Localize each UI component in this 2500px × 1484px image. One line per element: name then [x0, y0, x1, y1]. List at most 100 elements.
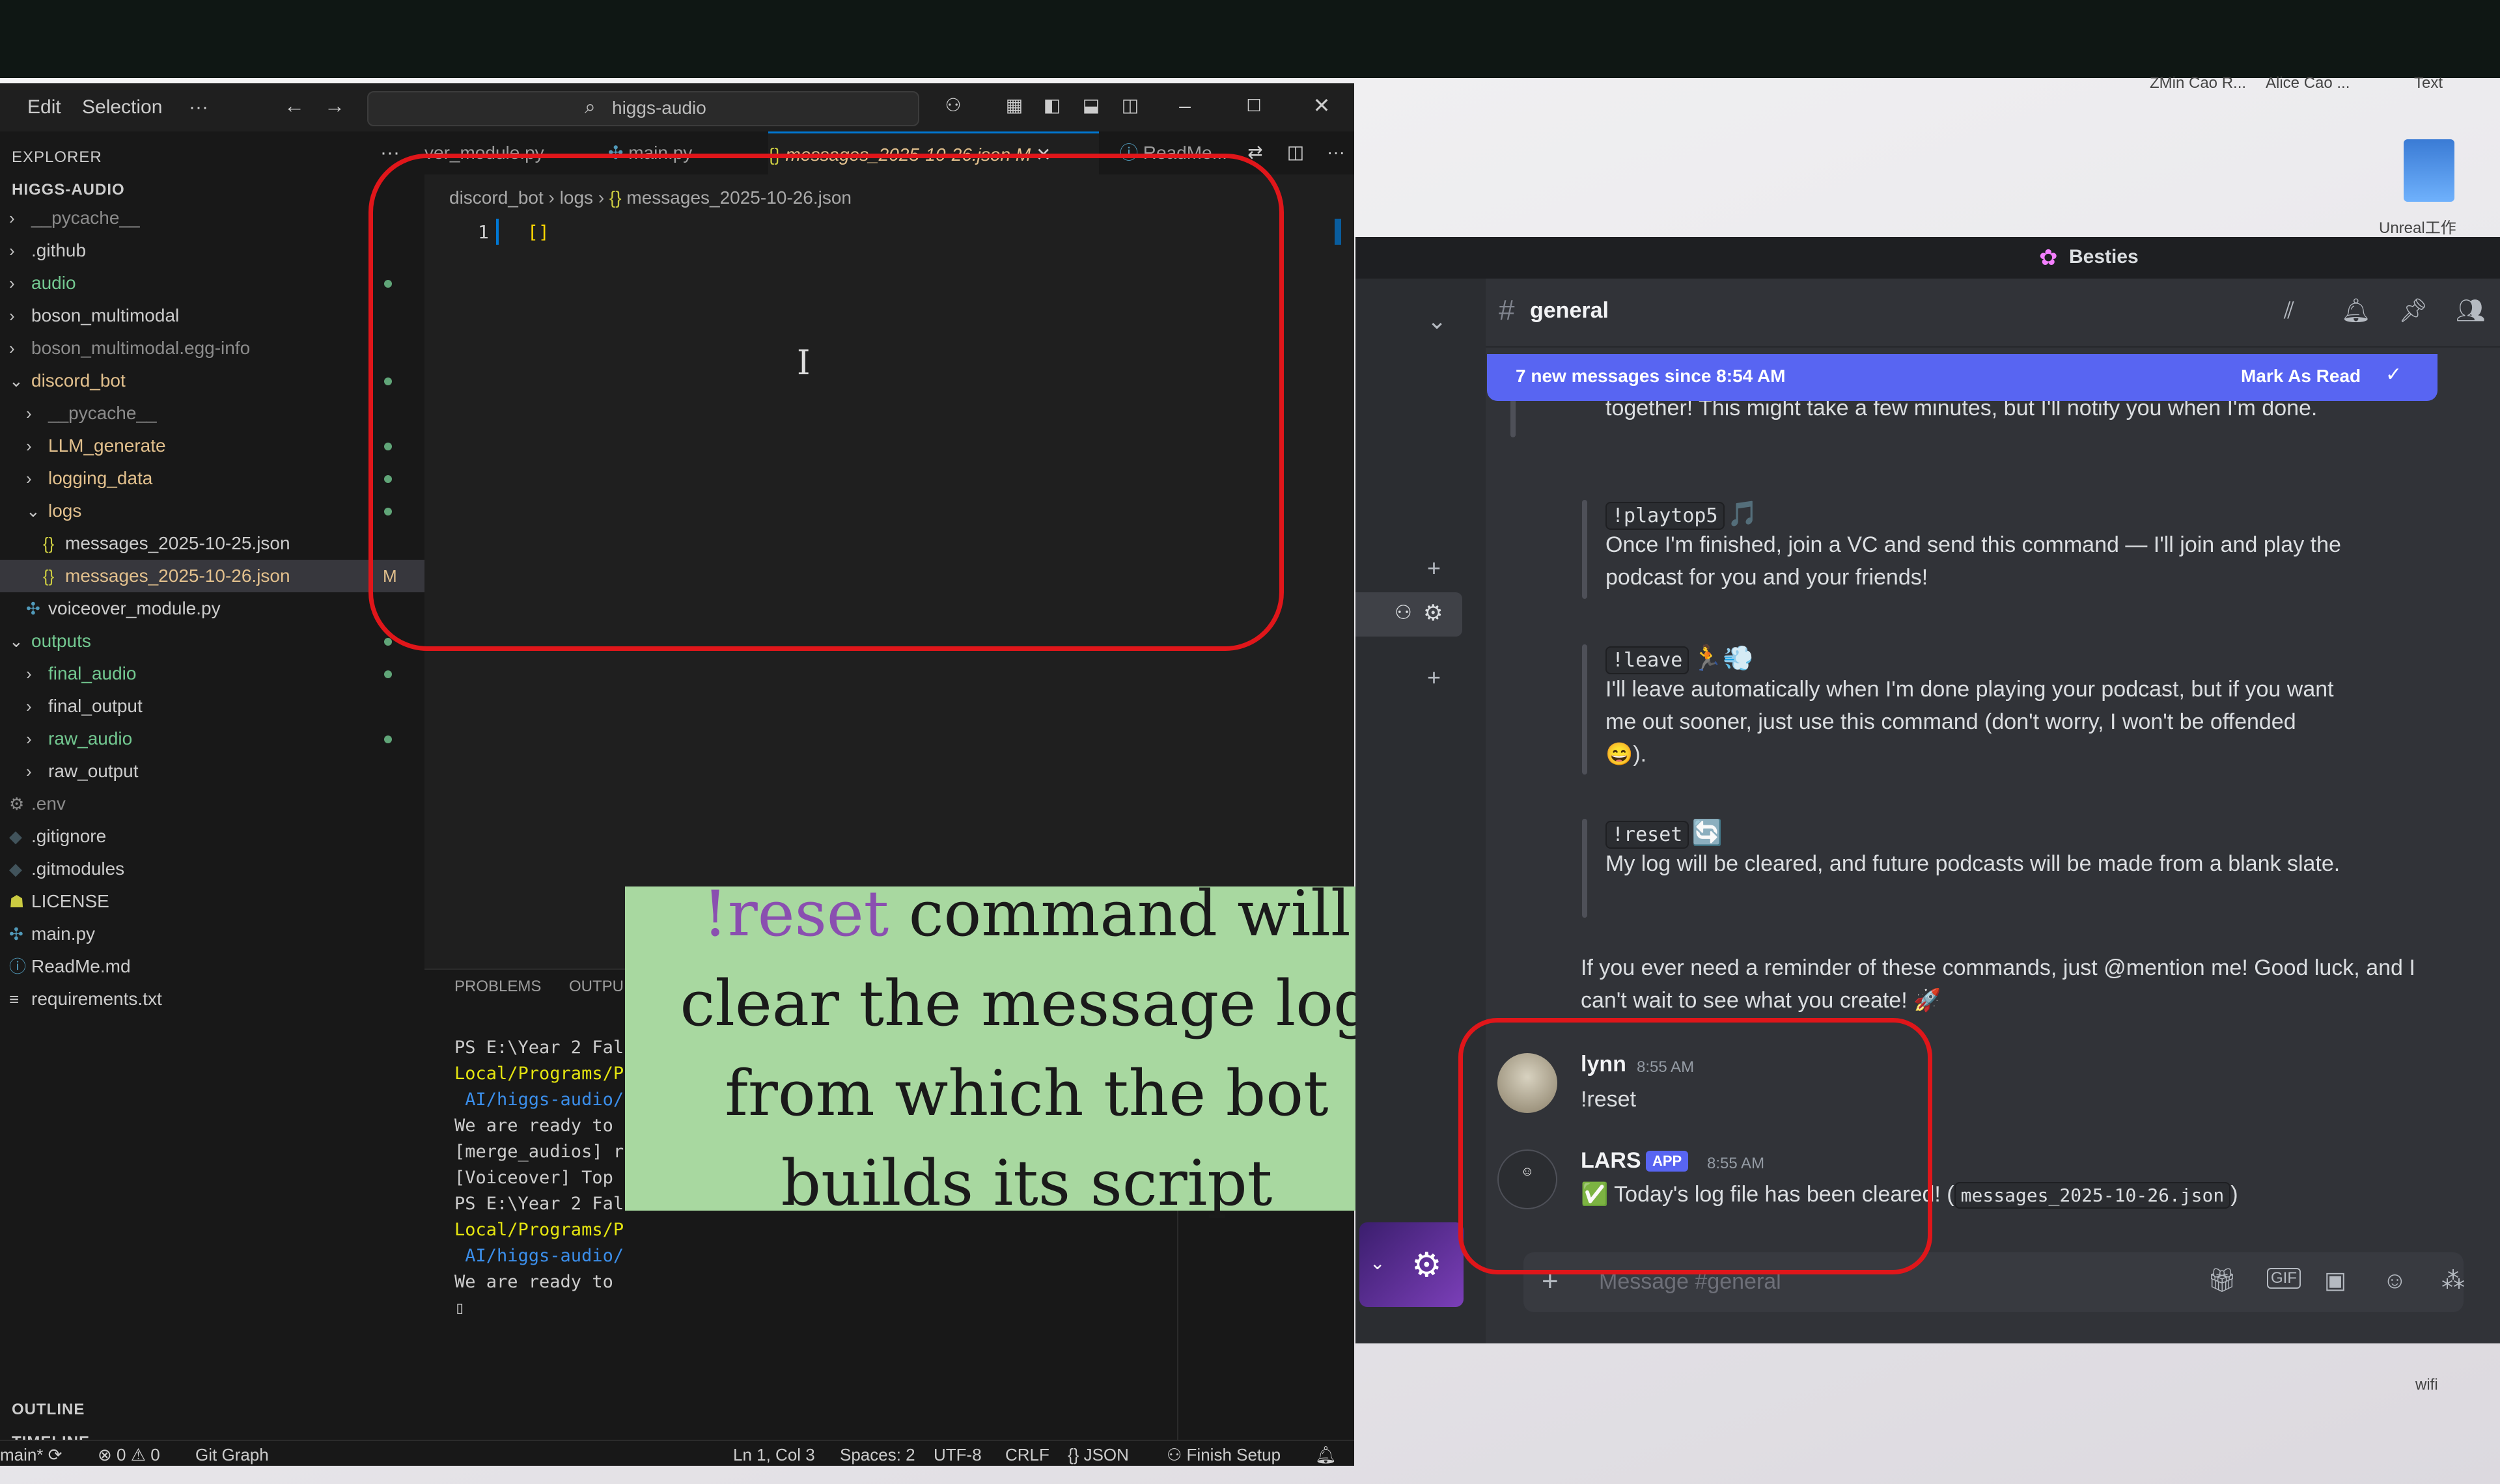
menu-selection[interactable]: Selection — [82, 96, 162, 118]
bell-icon[interactable]: 🔔︎ — [2341, 297, 2371, 324]
tree-item[interactable]: › __pycache__ — [0, 397, 424, 430]
tree-item[interactable]: › raw_output — [0, 755, 424, 788]
tree-item[interactable]: › logging_data — [0, 462, 424, 495]
tree-item[interactable]: › .github — [0, 234, 424, 267]
tree-item[interactable]: ≡ requirements.txt — [0, 983, 424, 1015]
command-description: I'll leave automatically when I'm done p… — [1605, 677, 2334, 767]
git-graph-button[interactable]: Git Graph — [195, 1445, 269, 1465]
member-list-icon[interactable]: 👥︎ — [2456, 297, 2486, 324]
minimize-icon[interactable]: – — [1172, 92, 1198, 118]
tree-item[interactable]: ✣ voiceover_module.py — [0, 592, 424, 625]
desktop-icon-label[interactable]: Text — [2414, 74, 2443, 92]
tree-item[interactable]: › final_output — [0, 690, 424, 722]
txt-file-icon: ≡ — [9, 989, 20, 1009]
pin-icon[interactable]: 📌︎ — [2398, 297, 2428, 324]
user-panel[interactable]: ⚙ ⌄ — [1359, 1222, 1464, 1307]
tree-item[interactable]: › __pycache__ — [0, 202, 424, 234]
explorer-title: EXPLORER — [12, 148, 102, 166]
branch-indicator[interactable]: main* ⟳ — [0, 1445, 62, 1465]
invite-icon[interactable]: ⚇ — [1395, 601, 1412, 624]
desktop-app-label[interactable]: Unreal工作 — [2379, 215, 2456, 238]
git-status-dot — [384, 735, 392, 743]
explorer-more-icon[interactable]: ··· — [380, 142, 400, 164]
language-mode[interactable]: {} JSON — [1068, 1445, 1129, 1465]
terminal-line: [merge_audios] r — [454, 1142, 624, 1162]
mark-as-read-button[interactable]: Mark As Read — [2241, 366, 2361, 387]
emoji-icon[interactable]: ☺ — [2383, 1267, 2407, 1294]
mark-read-icon[interactable]: ✓ — [2385, 363, 2402, 386]
desktop-app-icon[interactable] — [2404, 139, 2454, 202]
highlight-box-discord — [1458, 1018, 1932, 1274]
terminal-line: We are ready to — [454, 1272, 613, 1292]
back-arrow-icon[interactable]: ← — [281, 92, 307, 118]
menu-edit[interactable]: Edit — [27, 96, 61, 118]
running-emoji: 🏃💨 — [1691, 645, 1754, 672]
tray-wifi-label: wifi — [2415, 1376, 2438, 1394]
terminal-line: PS E:\Year 2 Fal — [454, 1194, 624, 1214]
channel-row-active[interactable]: ⚇ ⚙ — [1355, 592, 1462, 637]
indentation[interactable]: Spaces: 2 — [840, 1445, 915, 1465]
customize-layout-icon[interactable]: ▦ — [1001, 92, 1027, 118]
add-icon[interactable]: + — [1427, 555, 1441, 582]
panel-tab-problems[interactable]: PROBLEMS — [454, 978, 541, 996]
tree-item[interactable]: ⌄ outputs — [0, 625, 424, 657]
toggle-panel-icon[interactable]: ⬓ — [1078, 92, 1104, 118]
tree-item[interactable]: › boson_multimodal — [0, 299, 424, 332]
tree-item[interactable]: ☗ LICENSE — [0, 885, 424, 918]
toggle-sidebar-icon[interactable]: ◧ — [1039, 92, 1065, 118]
encoding[interactable]: UTF-8 — [934, 1445, 982, 1465]
terminal-output[interactable]: PS E:\Year 2 Fal Local/Programs/P AI/higg… — [454, 1035, 624, 1321]
git-status-dot — [384, 638, 392, 646]
toggle-secondary-sidebar-icon[interactable]: ◫ — [1117, 92, 1143, 118]
json-file-icon: {} — [43, 566, 55, 586]
chevron-down-icon[interactable]: ⌄ — [1370, 1252, 1385, 1274]
end-of-line[interactable]: CRLF — [1005, 1445, 1049, 1465]
maximize-icon[interactable]: ☐ — [1241, 92, 1267, 118]
gear-icon[interactable]: ⚙ — [1411, 1246, 1442, 1285]
tree-item[interactable]: ✣ main.py — [0, 918, 424, 950]
desktop-icon-label[interactable]: ZMin Cao R... — [2150, 74, 2246, 92]
new-messages-bar[interactable]: 7 new messages since 8:54 AM Mark As Rea… — [1487, 354, 2438, 401]
sticker-icon[interactable]: ▣ — [2324, 1267, 2346, 1294]
tree-item[interactable]: › raw_audio — [0, 722, 424, 755]
outline-section[interactable]: OUTLINE — [12, 1401, 85, 1419]
tree-item[interactable]: › audio — [0, 267, 424, 299]
panel-tab-output[interactable]: OUTPU — [569, 978, 624, 996]
tree-item[interactable]: ⚙ .env — [0, 788, 424, 820]
tree-item[interactable]: ⌄ discord_bot — [0, 364, 424, 397]
add-icon[interactable]: + — [1427, 664, 1441, 691]
menu-more[interactable]: ··· — [189, 96, 208, 118]
tree-item[interactable]: › LLM_generate — [0, 430, 424, 462]
gear-icon[interactable]: ⚙ — [1423, 600, 1443, 626]
tree-item[interactable]: › final_audio — [0, 657, 424, 690]
problems-counter[interactable]: ⊗ 0 ⚠ 0 — [98, 1445, 160, 1465]
close-icon[interactable]: ✕ — [1309, 92, 1335, 118]
tree-item-label: messages_2025-10-26.json — [65, 566, 290, 586]
json-file-icon: {} — [1068, 1445, 1084, 1464]
tree-item[interactable]: {} messages_2025-10-25.json — [0, 527, 424, 560]
tree-item-label: LICENSE — [31, 891, 109, 911]
chevron-icon: › — [26, 404, 32, 423]
gif-icon[interactable]: GIF — [2267, 1268, 2301, 1289]
tree-item[interactable]: › boson_multimodal.egg-info — [0, 332, 424, 364]
copilot-icon[interactable]: ⚇ — [940, 92, 966, 118]
tree-item[interactable]: ⌄ logs — [0, 495, 424, 527]
tree-item[interactable]: {} messages_2025-10-26.json M — [0, 560, 424, 592]
cursor-position[interactable]: Ln 1, Col 3 — [733, 1445, 815, 1465]
tree-item[interactable]: ◆ .gitmodules — [0, 853, 424, 885]
workspace-root[interactable]: HIGGS-AUDIO — [12, 181, 125, 199]
tree-item[interactable]: ◆ .gitignore — [0, 820, 424, 853]
threads-icon[interactable]: ⫽ — [2284, 297, 2294, 325]
split-editor-icon[interactable]: ◫ — [1283, 139, 1309, 165]
refresh-emoji: 🔄 — [1691, 819, 1723, 847]
forward-arrow-icon[interactable]: → — [322, 92, 348, 118]
gift-icon[interactable]: 🎁︎ — [2207, 1267, 2237, 1294]
command-center-search[interactable]: ⌕ higgs-audio — [367, 91, 919, 126]
tree-item[interactable]: ⓘ ReadMe.md — [0, 950, 424, 983]
editor-more-icon[interactable]: ··· — [1323, 139, 1349, 165]
finish-setup-button[interactable]: ⚇ Finish Setup — [1167, 1445, 1281, 1465]
chevron-down-icon[interactable]: ⌄ — [1427, 307, 1447, 335]
desktop-icon-label[interactable]: Alice Cao ... — [2266, 74, 2350, 92]
notifications-bell-icon[interactable]: 🔔︎ — [1315, 1445, 1337, 1465]
apps-icon[interactable]: ⁂ — [2441, 1267, 2465, 1294]
